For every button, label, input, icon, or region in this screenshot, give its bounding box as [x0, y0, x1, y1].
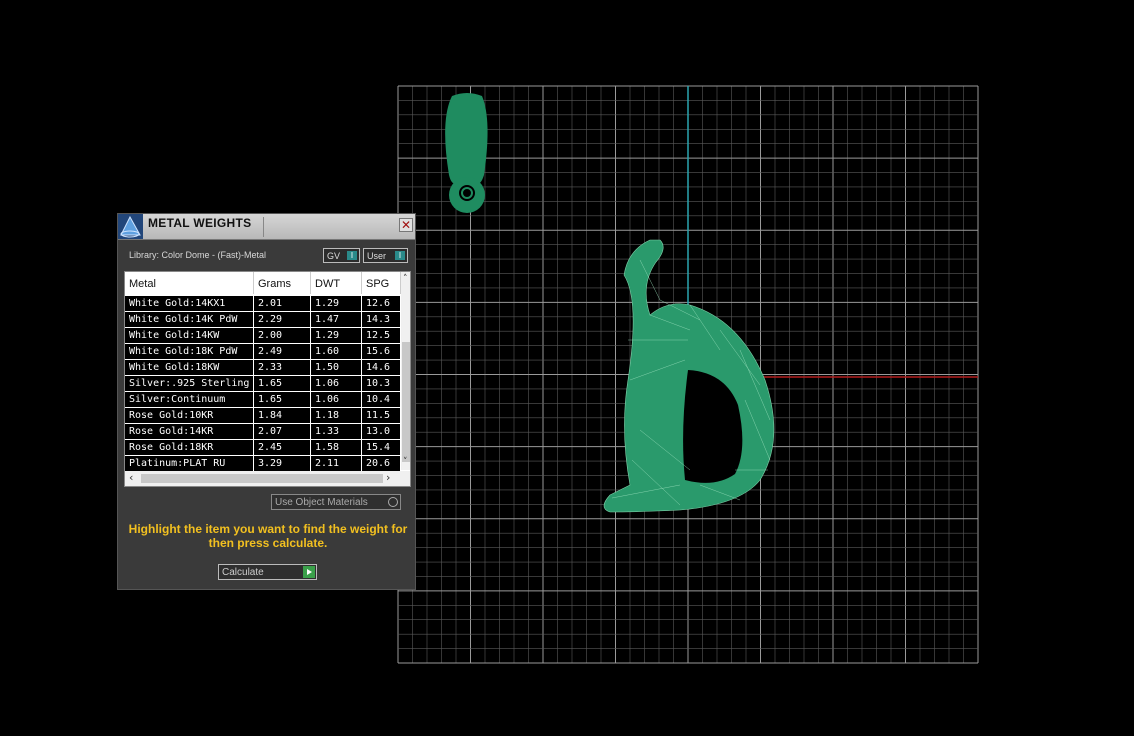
- column-header-grams[interactable]: Grams: [254, 272, 311, 294]
- cell-metal: White Gold:14KX1: [125, 296, 254, 311]
- cell-dwt: 1.06: [311, 376, 362, 391]
- cell-grams: 3.29: [254, 456, 311, 471]
- calculate-button[interactable]: Calculate: [218, 564, 317, 580]
- table-row[interactable]: Silver:Continuum 1.65 1.06 10.4: [125, 392, 401, 408]
- bail-model[interactable]: [445, 93, 488, 213]
- cell-spg: 14.6: [362, 360, 401, 375]
- cell-grams: 2.07: [254, 424, 311, 439]
- cell-spg: 14.3: [362, 312, 401, 327]
- cell-spg: 12.6: [362, 296, 401, 311]
- panel-title: METAL WEIGHTS: [148, 216, 252, 230]
- column-header-metal[interactable]: Metal: [125, 272, 254, 294]
- vertical-scroll-thumb[interactable]: [402, 342, 410, 462]
- cell-metal: Platinum:PLAT RU: [125, 456, 254, 471]
- metal-table[interactable]: Metal Grams DWT SPG White Gold:14KX1 2.01…: [124, 271, 411, 487]
- cell-spg: 20.6: [362, 456, 401, 471]
- cell-grams: 2.00: [254, 328, 311, 343]
- horizontal-scrollbar[interactable]: ‹ ›: [125, 471, 410, 486]
- cell-grams: 2.33: [254, 360, 311, 375]
- scroll-right-icon[interactable]: ›: [386, 472, 390, 483]
- cell-grams: 1.65: [254, 376, 311, 391]
- table-header: Metal Grams DWT SPG: [125, 272, 401, 294]
- cell-spg: 15.6: [362, 344, 401, 359]
- library-label: Library: Color Dome - (Fast)-Metal: [129, 250, 267, 260]
- table-row[interactable]: Rose Gold:14KR 2.07 1.33 13.0: [125, 424, 401, 440]
- table-row[interactable]: Silver:.925 Sterling 1.65 1.06 10.3: [125, 376, 401, 392]
- cell-grams: 2.01: [254, 296, 311, 311]
- table-row[interactable]: White Gold:14KX1 2.01 1.29 12.6: [125, 296, 401, 312]
- cell-spg: 11.5: [362, 408, 401, 423]
- table-row[interactable]: White Gold:18K PdW 2.49 1.60 15.6: [125, 344, 401, 360]
- cell-dwt: 2.11: [311, 456, 362, 471]
- cell-spg: 10.3: [362, 376, 401, 391]
- instruction-text: Highlight the item you want to find the …: [128, 522, 408, 550]
- vertical-scrollbar[interactable]: ˄ ˅: [401, 272, 410, 470]
- cell-grams: 1.65: [254, 392, 311, 407]
- panel-titlebar[interactable]: METAL WEIGHTS ✕: [118, 214, 415, 240]
- table-row[interactable]: Platinum:PLAT RU 3.29 2.11 20.6: [125, 456, 401, 472]
- app-logo-icon: [118, 214, 143, 239]
- cell-metal: Rose Gold:14KR: [125, 424, 254, 439]
- letter-model[interactable]: [603, 239, 775, 513]
- cell-spg: 13.0: [362, 424, 401, 439]
- cell-spg: 12.5: [362, 328, 401, 343]
- cell-dwt: 1.60: [311, 344, 362, 359]
- cell-metal: White Gold:14KW: [125, 328, 254, 343]
- cell-spg: 15.4: [362, 440, 401, 455]
- cell-metal: Rose Gold:18KR: [125, 440, 254, 455]
- cell-grams: 2.49: [254, 344, 311, 359]
- play-icon: [303, 566, 315, 578]
- scroll-down-icon[interactable]: ˅: [403, 458, 408, 467]
- scroll-up-icon[interactable]: ˄: [403, 275, 408, 284]
- horizontal-scroll-thumb[interactable]: [141, 474, 383, 483]
- table-row[interactable]: Rose Gold:18KR 2.45 1.58 15.4: [125, 440, 401, 456]
- calculate-label: Calculate: [222, 567, 264, 578]
- dropdown-knob-icon: [388, 497, 398, 507]
- cell-spg: 10.4: [362, 392, 401, 407]
- cell-metal: White Gold:18KW: [125, 360, 254, 375]
- cell-dwt: 1.29: [311, 296, 362, 311]
- close-button[interactable]: ✕: [399, 218, 413, 232]
- gv-toggle-label: GV: [327, 251, 341, 261]
- user-toggle-label: User: [367, 251, 387, 261]
- cell-dwt: 1.47: [311, 312, 362, 327]
- column-header-spg[interactable]: SPG: [362, 272, 401, 294]
- cell-metal: Rose Gold:10KR: [125, 408, 254, 423]
- materials-dropdown[interactable]: Use Object Materials: [271, 494, 401, 510]
- cell-dwt: 1.33: [311, 424, 362, 439]
- metal-weights-panel: METAL WEIGHTS ✕ Library: Color Dome - (F…: [117, 213, 416, 590]
- cell-metal: Silver:Continuum: [125, 392, 254, 407]
- cell-dwt: 1.58: [311, 440, 362, 455]
- cell-grams: 2.45: [254, 440, 311, 455]
- cell-metal: White Gold:14K PdW: [125, 312, 254, 327]
- user-toggle-indicator: I: [395, 251, 405, 260]
- cell-dwt: 1.50: [311, 360, 362, 375]
- cell-dwt: 1.29: [311, 328, 362, 343]
- title-divider: [263, 217, 264, 237]
- cell-metal: Silver:.925 Sterling: [125, 376, 254, 391]
- cell-dwt: 1.18: [311, 408, 362, 423]
- gv-toggle[interactable]: GV I: [323, 248, 360, 263]
- cell-dwt: 1.06: [311, 392, 362, 407]
- cell-metal: White Gold:18K PdW: [125, 344, 254, 359]
- column-header-dwt[interactable]: DWT: [311, 272, 362, 294]
- gv-toggle-indicator: I: [347, 251, 357, 260]
- scroll-left-icon[interactable]: ‹: [129, 472, 133, 483]
- user-toggle[interactable]: User I: [363, 248, 408, 263]
- materials-dropdown-label: Use Object Materials: [275, 497, 368, 508]
- cell-grams: 1.84: [254, 408, 311, 423]
- cell-grams: 2.29: [254, 312, 311, 327]
- table-row[interactable]: White Gold:18KW 2.33 1.50 14.6: [125, 360, 401, 376]
- table-row[interactable]: White Gold:14KW 2.00 1.29 12.5: [125, 328, 401, 344]
- table-row[interactable]: White Gold:14K PdW 2.29 1.47 14.3: [125, 312, 401, 328]
- table-row[interactable]: Rose Gold:10KR 1.84 1.18 11.5: [125, 408, 401, 424]
